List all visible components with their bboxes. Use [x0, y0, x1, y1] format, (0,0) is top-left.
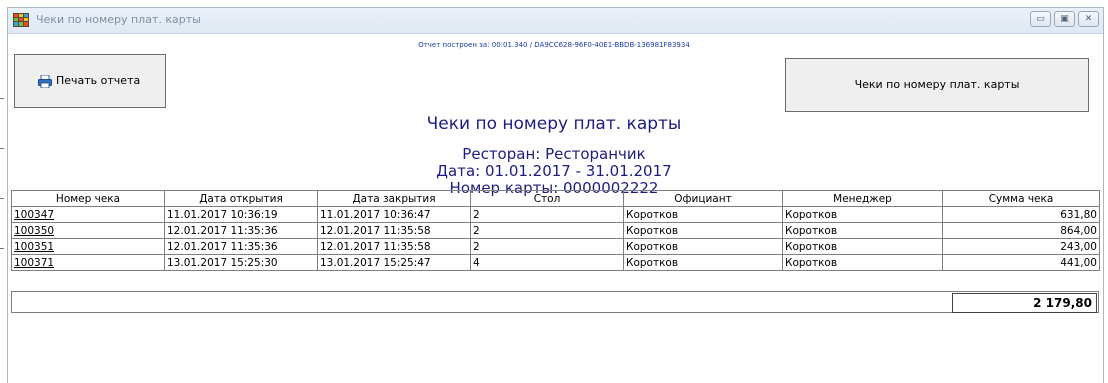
date-range-line: Дата: 01.01.2017 - 31.01.2017: [436, 162, 672, 180]
receipt-number-link[interactable]: 100350: [11, 222, 165, 239]
edge-tick: [0, 248, 4, 249]
build-info: Отчет построен за: 00:01.340 / DA9CC628-…: [418, 41, 690, 49]
table-number-cell: 2: [470, 222, 624, 239]
open-date-cell: 11.01.2017 10:36:19: [164, 206, 318, 223]
print-report-button[interactable]: Печать отчета: [14, 54, 166, 108]
close-date-cell: 12.01.2017 11:35:58: [317, 222, 471, 239]
amount-cell: 864,00: [942, 222, 1100, 239]
table-row: 100351 12.01.2017 11:35:36 12.01.2017 11…: [11, 238, 1100, 255]
table-number-cell: 4: [470, 254, 624, 271]
minimize-button[interactable]: ▭: [1030, 11, 1051, 27]
amount-cell: 631,80: [942, 206, 1100, 223]
table-row: 100371 13.01.2017 15:25:30 13.01.2017 15…: [11, 254, 1100, 271]
close-icon: ✕: [1084, 14, 1093, 24]
table-row: 100347 11.01.2017 10:36:19 11.01.2017 10…: [11, 206, 1100, 223]
table-header-row: Номер чека Дата открытия Дата закрытия С…: [11, 190, 1100, 207]
receipt-number-link[interactable]: 100371: [11, 254, 165, 271]
printer-icon: [38, 75, 52, 88]
maximize-button[interactable]: ▣: [1054, 11, 1075, 27]
maximize-icon: ▣: [1060, 14, 1069, 24]
window-title: Чеки по номеру плат. карты: [36, 13, 201, 26]
waiter-cell: Коротков: [623, 206, 783, 223]
column-header[interactable]: Дата закрытия: [317, 190, 471, 207]
open-date-cell: 13.01.2017 15:25:30: [164, 254, 318, 271]
close-date-cell: 12.01.2017 11:35:58: [317, 238, 471, 255]
open-date-cell: 12.01.2017 11:35:36: [164, 238, 318, 255]
manager-cell: Коротков: [782, 238, 943, 255]
receipt-number-link[interactable]: 100347: [11, 206, 165, 223]
column-header[interactable]: Дата открытия: [164, 190, 318, 207]
open-date-cell: 12.01.2017 11:35:36: [164, 222, 318, 239]
waiter-cell: Коротков: [623, 238, 783, 255]
column-header[interactable]: Официант: [623, 190, 783, 207]
edge-tick: [0, 198, 4, 199]
table-row: 100350 12.01.2017 11:35:36 12.01.2017 11…: [11, 222, 1100, 239]
minimize-icon: ▭: [1036, 14, 1045, 24]
print-button-label: Печать отчета: [56, 74, 141, 87]
receipts-table: Номер чека Дата открытия Дата закрытия С…: [11, 190, 1100, 271]
amount-cell: 243,00: [942, 238, 1100, 255]
report-title: Чеки по номеру плат. карты: [426, 114, 682, 134]
manager-cell: Коротков: [782, 206, 943, 223]
close-button[interactable]: ✕: [1078, 11, 1099, 27]
restaurant-line: Ресторан: Ресторанчик: [462, 145, 646, 163]
column-header[interactable]: Номер чека: [11, 190, 165, 207]
manager-cell: Коротков: [782, 254, 943, 271]
total-row: 2 179,80: [11, 291, 1099, 313]
table-number-cell: 2: [470, 238, 624, 255]
app-grid-icon: [13, 13, 29, 27]
waiter-cell: Коротков: [623, 222, 783, 239]
close-date-cell: 13.01.2017 15:25:47: [317, 254, 471, 271]
total-amount: 2 179,80: [952, 293, 1097, 313]
column-header[interactable]: Стол: [470, 190, 624, 207]
receipt-number-link[interactable]: 100351: [11, 238, 165, 255]
window-controls: ▭ ▣ ✕: [1030, 11, 1099, 27]
report-name-button[interactable]: Чеки по номеру плат. карты: [785, 58, 1089, 112]
waiter-cell: Коротков: [623, 254, 783, 271]
column-header[interactable]: Сумма чека: [942, 190, 1100, 207]
table-number-cell: 2: [470, 206, 624, 223]
edge-tick: [0, 98, 4, 99]
manager-cell: Коротков: [782, 222, 943, 239]
title-bar[interactable]: Чеки по номеру плат. карты ▭ ▣ ✕: [8, 8, 1103, 34]
amount-cell: 441,00: [942, 254, 1100, 271]
column-header[interactable]: Менеджер: [782, 190, 943, 207]
close-date-cell: 11.01.2017 10:36:47: [317, 206, 471, 223]
